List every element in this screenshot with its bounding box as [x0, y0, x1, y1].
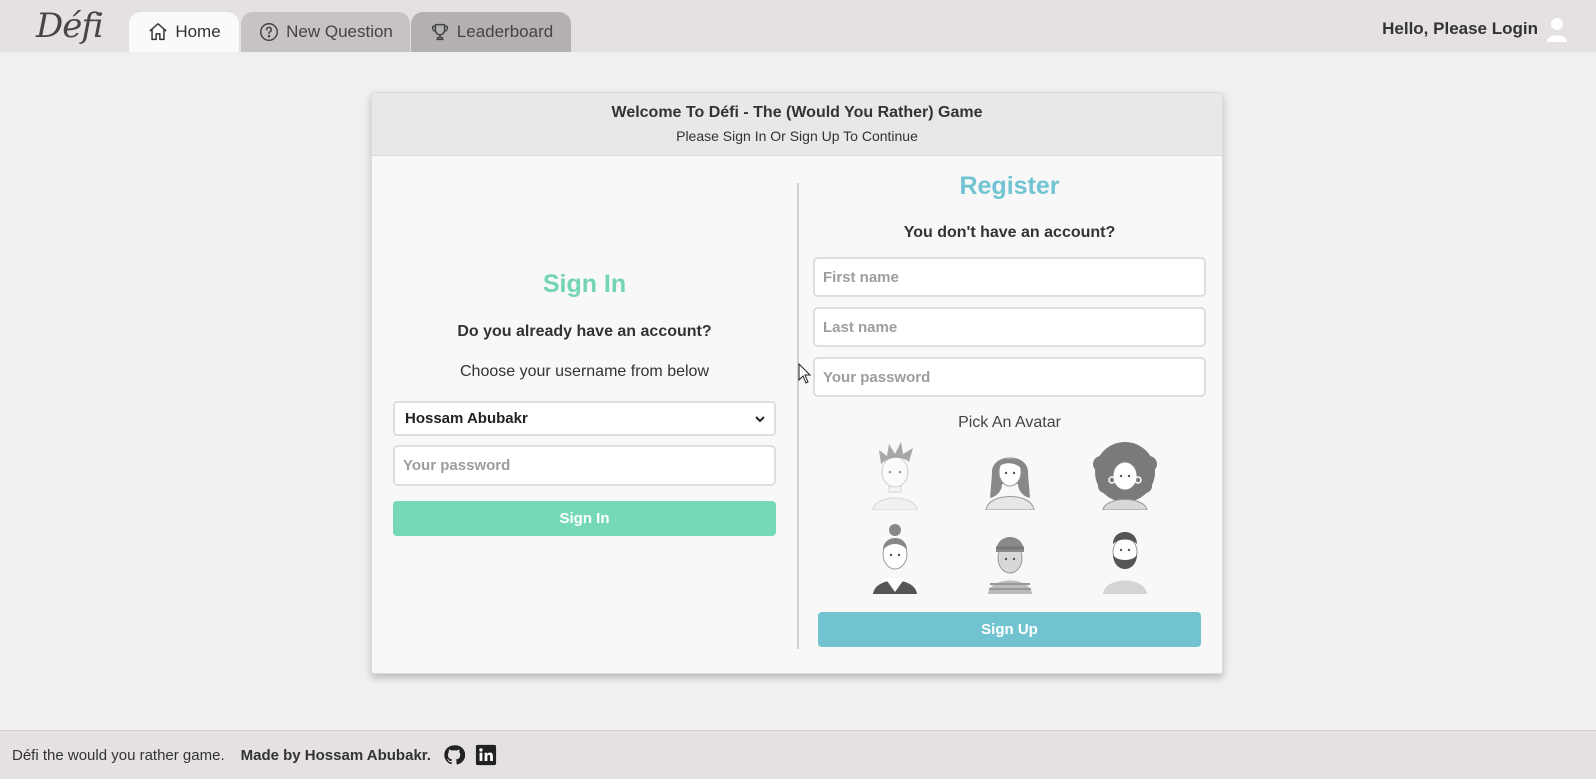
signup-button[interactable]: Sign Up	[818, 612, 1201, 647]
first-name-input[interactable]	[813, 257, 1206, 297]
mouse-cursor-icon	[798, 363, 812, 384]
signin-section: Sign In Do you already have an account? …	[393, 156, 776, 536]
auth-card: Welcome To Défi - The (Would You Rather)…	[371, 92, 1223, 674]
tab-new-question-label: New Question	[286, 22, 393, 41]
card-title: Welcome To Défi - The (Would You Rather)…	[611, 104, 983, 121]
greeting-text: Hello, Please Login	[1382, 19, 1538, 38]
signin-button[interactable]: Sign In	[393, 501, 776, 536]
logo[interactable]: Défi	[36, 6, 104, 46]
tab-leaderboard[interactable]: Leaderboard	[411, 12, 571, 52]
signin-question: Do you already have an account?	[457, 323, 712, 340]
login-greeting[interactable]: Hello, Please Login	[1382, 16, 1568, 42]
footer-made-by: Made by Hossam Abubakr.	[240, 746, 431, 764]
tab-new-question[interactable]: New Question	[241, 12, 410, 52]
card-header: Welcome To Défi - The (Would You Rather)…	[372, 93, 1222, 156]
avatar-option-4[interactable]	[859, 522, 931, 594]
register-title: Register	[959, 172, 1060, 200]
footer-text: Défi the would you rather game.	[12, 746, 225, 764]
last-name-input[interactable]	[813, 307, 1206, 347]
footer: Défi the would you rather game. Made by …	[0, 730, 1596, 779]
register-section: Register You don't have an account? Pick…	[813, 156, 1206, 647]
column-divider	[797, 183, 799, 649]
question-circle-icon	[260, 23, 279, 41]
tab-home[interactable]: Home	[129, 12, 239, 52]
register-question: You don't have an account?	[903, 224, 1116, 241]
username-select[interactable]: Hossam Abubakr	[393, 401, 776, 436]
home-icon	[149, 23, 168, 41]
avatar-option-2[interactable]	[974, 438, 1046, 510]
avatar-option-5[interactable]	[974, 522, 1046, 594]
linkedin-icon[interactable]	[475, 744, 497, 766]
user-avatar-icon	[1547, 18, 1567, 42]
signin-password-input[interactable]	[393, 445, 776, 486]
top-navbar: Défi Home New Question Leaderboard Hello…	[0, 0, 1596, 52]
card-subtitle: Please Sign In Or Sign Up To Continue	[676, 128, 918, 144]
github-icon[interactable]	[443, 744, 465, 766]
avatar-option-6[interactable]	[1089, 522, 1161, 594]
signin-choose-text: Choose your username from below	[459, 363, 709, 380]
trophy-icon	[431, 23, 448, 41]
avatar-option-1[interactable]	[859, 438, 931, 510]
avatar-grid	[813, 438, 1206, 594]
chevron-down-icon	[755, 415, 765, 422]
tab-home-label: Home	[175, 22, 221, 41]
pick-avatar-label: Pick An Avatar	[958, 414, 1061, 431]
username-select-value: Hossam Abubakr	[405, 410, 528, 427]
signin-title: Sign In	[542, 270, 627, 298]
register-password-input[interactable]	[813, 357, 1206, 397]
tab-leaderboard-label: Leaderboard	[456, 22, 554, 41]
avatar-option-3[interactable]	[1089, 438, 1161, 510]
